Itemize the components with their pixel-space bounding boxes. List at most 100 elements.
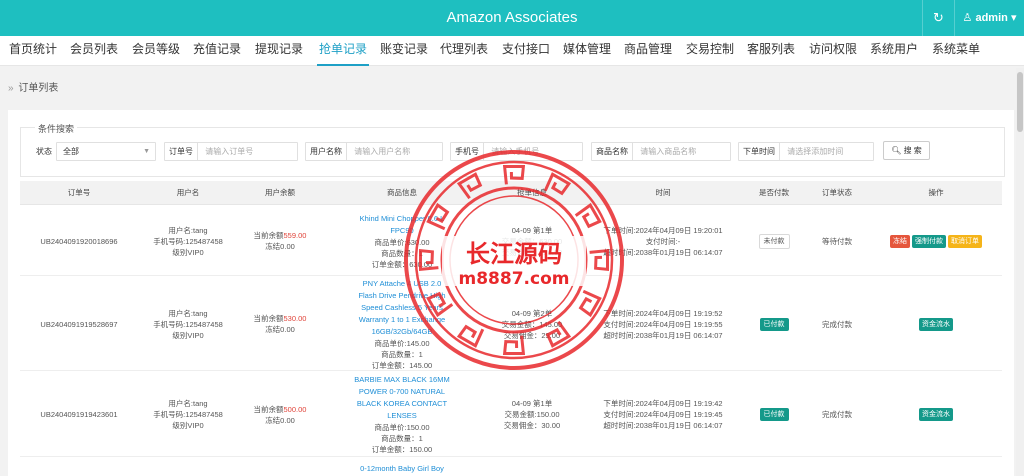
product-name-field[interactable]: 商品名称 请输入商品名称 (591, 142, 731, 161)
action-button[interactable]: 资金流水 (919, 317, 953, 331)
table-row: UB2404091920018696 用户名:tang 手机号码:125487458… (20, 206, 1002, 276)
username-field[interactable]: 用户名称 请输入用户名称 (305, 142, 443, 161)
cell-content: 完成付款 (822, 409, 852, 420)
user-level: 级别VIP0 (172, 330, 204, 340)
expire-time: 超时时间:2038年01月19日 06:14:07 (603, 247, 723, 257)
phone-label: 手机号 (451, 143, 484, 160)
nav-tab-2[interactable]: 会员等级 (132, 36, 180, 66)
action-button[interactable]: 冻结 (890, 234, 910, 248)
cell-content: 当前余额500.00 冻结0.00 (254, 404, 307, 426)
cell-content: 用户名:tang 手机号码:125487458 级别VIP0 (153, 308, 223, 341)
nav-tab-1[interactable]: 会员列表 (70, 36, 118, 66)
order-status: 完成付款 (822, 319, 852, 329)
nav-tab-4[interactable]: 提现记录 (255, 36, 303, 66)
order-number: UB2404091919423601 (40, 410, 118, 419)
column-header-4: 抢单信息 (517, 188, 547, 197)
cell-content: 0-12month Baby Girl Boy Pattern (354, 458, 450, 476)
table-cell: 用户名:tang 手机号码:125487458 级别VIP0 (138, 372, 238, 457)
nav-tab-13[interactable]: 访问权限 (809, 36, 857, 66)
payment-status-badge: 已付款 (759, 408, 789, 421)
trade-amount: 交易金额:150.00 (504, 410, 560, 419)
table-cell: 04-09 第1单 交易金额：630.00 交易佣金：126.00 (482, 206, 582, 276)
main-nav: 首页统计 会员列表 会员等级 充值记录 提现记录 抢单记录 账变记录 代理列表 支付接口 媒体管理… (0, 36, 1024, 66)
nav-tab-6[interactable]: 账变记录 (380, 36, 428, 66)
nav-tab-5[interactable]: 抢单记录 (317, 36, 370, 66)
nav-tab-14[interactable]: 系统用户 (870, 36, 918, 66)
nav-tab-12[interactable]: 客服列表 (747, 36, 795, 66)
order-amount: 订单金额：145.00 (371, 360, 433, 370)
table-cell (870, 458, 1002, 476)
trade-amount: 交易金额：630.00 (501, 236, 563, 246)
user-balance: 当前余额530.00 (254, 313, 307, 324)
grab-date: 04-09 第1单 (511, 225, 553, 235)
table-cell: UB2404091919528697 (20, 277, 138, 371)
column-header-2: 用户余额 (265, 188, 295, 197)
cell-content: 用户名:tang 手机号码:125487458 级别VIP0 (153, 225, 223, 258)
user-balance: 当前余额559.00 (254, 230, 307, 241)
nav-tab-0[interactable]: 首页统计 (9, 36, 57, 66)
table-cell: 0-12month Baby Girl Boy Pattern (322, 458, 482, 476)
action-button[interactable]: 取消订单 (948, 234, 982, 248)
user-name: 用户名:tang (168, 225, 208, 235)
table-cell: 04-09 第2单 交易金额：145.00 交易佣金：29.00 (482, 277, 582, 371)
frozen-amount: 冻结0.00 (265, 242, 295, 251)
phone-field[interactable]: 手机号 请输入手机号 (450, 142, 583, 161)
table-cell (744, 458, 804, 476)
order-time-placeholder: 请选择添加时间 (787, 147, 844, 156)
user-menu[interactable]: ♙ admin ▾ (954, 0, 1024, 36)
table-cell: 当前余额500.00 冻结0.00 (238, 372, 322, 457)
order-time-label: 下单时间 (739, 143, 780, 160)
cell-content: UB2404091919528697 (40, 319, 117, 330)
product-name-link[interactable]: PNY Attache 4 USB 2.0 Flash Drive Pendri… (354, 278, 450, 338)
nav-tab-7[interactable]: 代理列表 (440, 36, 488, 66)
product-name-link[interactable]: Khind Mini Chopper 0.6 L FPC90 (354, 213, 450, 237)
table-cell: UB2404091920018696 (20, 206, 138, 276)
app-title: Amazon Associates (446, 9, 578, 26)
scrollbar-thumb[interactable] (1017, 72, 1023, 132)
order-status: 等待付款 (822, 236, 852, 246)
table-cell: 已付款 (744, 277, 804, 371)
nav-tab-10[interactable]: 商品管理 (624, 36, 672, 66)
table-cell: 下单时间:2024年04月09日 19:19:52 支付时间:2024年04月09… (582, 277, 744, 371)
breadcrumb-current[interactable]: 订单列表 (18, 83, 58, 94)
nav-tab-8[interactable]: 支付接口 (502, 36, 550, 66)
product-name-link[interactable]: 0-12month Baby Girl Boy Pattern (354, 463, 450, 476)
cell-content: 04-09 第1单 交易金额:150.00 交易佣金：30.00 (504, 398, 560, 431)
nav-tab-9[interactable]: 媒体管理 (563, 36, 611, 66)
cell-content: 已付款 (759, 408, 789, 421)
cell-content: 已付款 (759, 317, 789, 331)
chevron-down-icon: ▼ (143, 148, 150, 155)
grab-date: 04-09 第2单 (511, 308, 553, 318)
product-price: 商品单价:145.00 (374, 338, 430, 348)
column-header-8: 操作 (928, 188, 944, 197)
page-scrollbar[interactable] (1016, 68, 1024, 476)
frozen-amount: 冻结0.00 (265, 325, 295, 334)
order-no-field[interactable]: 订单号 请输入订单号 (164, 142, 298, 161)
nav-tab-3[interactable]: 充值记录 (193, 36, 241, 66)
search-icon: 🔍︎ (891, 146, 902, 155)
nav-tab-15[interactable]: 系统菜单 (932, 36, 980, 66)
table-cell: 下单时间:2024年04月09日 19:20:01 支付时间:- 超时时间:2038… (582, 206, 744, 276)
table-cell: BARBIE MAX BLACK 16MM POWER 0-700 NATURA… (322, 372, 482, 457)
order-amount: 订单金额：630.00 (371, 259, 433, 269)
user-icon: ♙ (962, 12, 973, 24)
search-button[interactable]: 🔍︎ 搜 索 (883, 141, 930, 160)
action-button[interactable]: 资金流水 (919, 408, 953, 421)
order-time: 下单时间:2024年04月09日 19:20:01 (603, 225, 723, 235)
pay-time: 支付时间:- (645, 236, 681, 246)
balance-label: 当前余额 (253, 314, 284, 323)
status-select[interactable]: 全部 ▼ (56, 142, 156, 161)
balance-label: 当前余额 (253, 404, 284, 414)
cell-content: 用户名:tang 手机号码:125487458 级别VIP0 (153, 398, 223, 431)
cell-content: 下单时间:2024年04月09日 19:19:52 支付时间:2024年04月09… (603, 308, 722, 341)
product-name-link[interactable]: BARBIE MAX BLACK 16MM POWER 0-700 NATURA… (354, 374, 450, 422)
cell-content: 未付款 (758, 233, 790, 249)
refresh-icon[interactable]: ↻ (922, 0, 954, 36)
action-button[interactable]: 强制付款 (912, 234, 946, 248)
order-time-field[interactable]: 下单时间 请选择添加时间 (738, 142, 874, 161)
balance-value: 559.00 (283, 231, 307, 240)
nav-tab-11[interactable]: 交易控制 (686, 36, 734, 66)
cell-content: 04-09 第2单 交易金额：145.00 交易佣金：29.00 (502, 308, 562, 341)
table-row: 0-12month Baby Girl Boy Pattern (20, 458, 1002, 476)
table-cell: 资金流水 (870, 277, 1002, 371)
